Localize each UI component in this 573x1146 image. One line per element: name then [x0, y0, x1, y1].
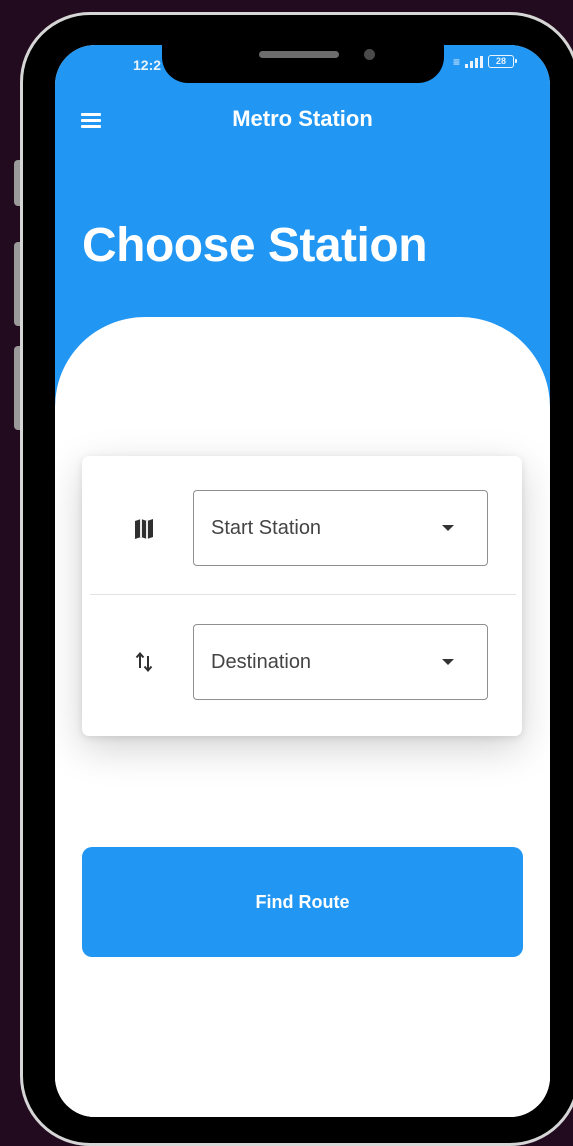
speaker-grille: [259, 51, 339, 58]
page-title: Choose Station: [82, 219, 428, 272]
map-icon: [135, 519, 153, 539]
battery-icon: 28: [488, 55, 518, 68]
camera-notch: [162, 45, 444, 83]
destination-value: Destination: [211, 651, 312, 673]
destination-row: Destination: [82, 624, 522, 724]
front-camera: [364, 49, 375, 60]
status-icons: ≡ 28: [453, 55, 518, 69]
app-title: Metro Station: [232, 106, 373, 131]
chevron-down-icon: [442, 525, 454, 531]
phone-screen: 12:2 ≡ 28 Metro Station Choose Station S…: [55, 45, 550, 1117]
start-station-row: Start Station: [82, 490, 522, 590]
wifi-icon: ≡: [453, 55, 461, 69]
divider: [90, 594, 516, 595]
station-form-card: Start Station Destination: [82, 456, 522, 736]
start-station-value: Start Station: [211, 517, 322, 539]
signal-icon: [465, 56, 484, 68]
destination-dropdown[interactable]: Destination: [193, 624, 488, 700]
status-time: 12:2: [133, 57, 162, 73]
chevron-down-icon: [442, 659, 454, 665]
swap-vertical-icon: [135, 651, 153, 673]
find-route-button[interactable]: Find Route: [82, 847, 523, 957]
start-station-dropdown[interactable]: Start Station: [193, 490, 488, 566]
